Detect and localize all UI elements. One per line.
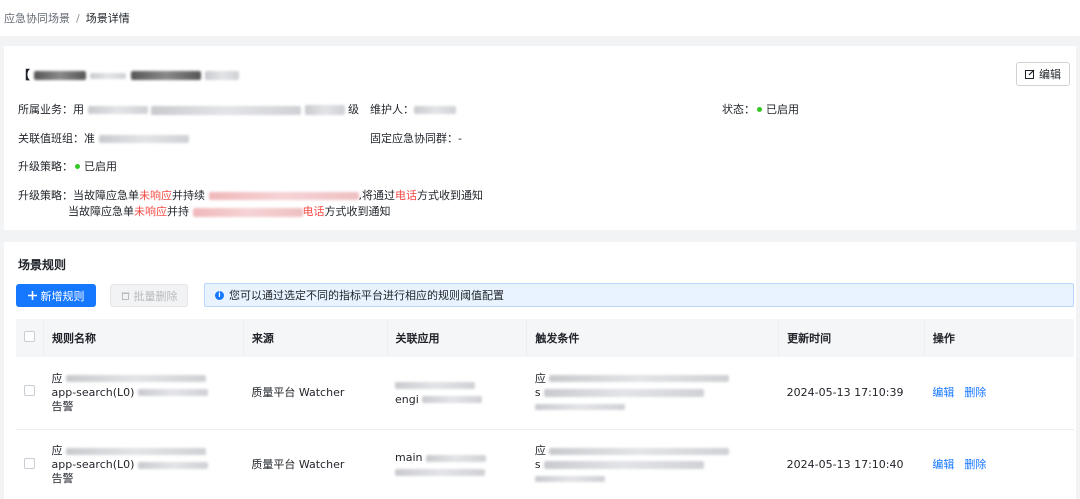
table-row: 应 app-search(L0) 告警 质量平台 Watcher main 应 …	[16, 429, 1074, 499]
upgrade-row: 升级策略： 已启用	[18, 160, 117, 173]
scene-rules-card: 场景规则 新增规则 批量删除 i 您可以通过选定不同的指标平台进行相应的规则阈值…	[4, 242, 1076, 499]
rule-updated: 2024-05-13 17:10:40	[786, 458, 904, 471]
rule-actions: 编辑 删除	[924, 429, 1074, 499]
strategy-row-1: 升级策略：当故障应急单未响应并持续 ,将通过电话方式收到通知	[18, 189, 483, 202]
col-actions: 操作	[932, 332, 955, 345]
rule-app: main	[387, 429, 527, 499]
col-rule-name: 规则名称	[43, 319, 244, 357]
rule-updated: 2024-05-13 17:10:39	[786, 385, 904, 399]
breadcrumb: 应急协同场景 / 场景详情	[0, 0, 1080, 36]
edit-button[interactable]: 编辑	[1016, 62, 1070, 86]
breadcrumb-separator: /	[76, 12, 80, 25]
scene-info-card: 【 编辑 所属业务：用 级 维护人： 状态： 已启用 关联值班组：准 固定应急协同…	[4, 46, 1076, 230]
fixed-group-row: 固定应急协同群：-	[370, 132, 462, 145]
status-dot	[757, 107, 762, 112]
rule-name: 应 app-search(L0) 告警	[44, 429, 244, 499]
rule-trigger: 应 s	[527, 357, 779, 429]
table-row: 应 app-search(L0) 告警 质量平台 Watcher engi 应 …	[16, 357, 1074, 429]
edit-icon	[1025, 69, 1035, 79]
col-trigger: 触发条件	[526, 319, 780, 357]
rule-actions: 编辑 删除	[924, 357, 1074, 429]
breadcrumb-current: 场景详情	[85, 12, 130, 25]
info-icon: i	[215, 290, 224, 300]
plus-icon	[27, 291, 37, 300]
rules-table: 规则名称 来源 关联应用 触发条件 更新时间 操作 应 app-search(L…	[16, 319, 1074, 499]
rule-app: engi	[387, 357, 527, 429]
scene-title: 【	[18, 66, 239, 83]
delete-link[interactable]: 删除	[964, 386, 986, 399]
business-row: 所属业务：用 级	[18, 103, 359, 116]
rule-source: 质量平台 Watcher	[251, 458, 345, 471]
col-source: 来源	[243, 319, 388, 357]
section-title: 场景规则	[18, 258, 67, 272]
edit-link[interactable]: 编辑	[932, 458, 954, 471]
maintainer-row: 维护人：	[370, 101, 456, 117]
rule-trigger: 应 s	[527, 429, 779, 499]
trash-icon	[121, 292, 129, 300]
select-all-checkbox[interactable]	[24, 331, 35, 342]
row-checkbox[interactable]	[24, 385, 35, 397]
col-updated: 更新时间	[778, 319, 925, 357]
strategy-row-2: 当故障应急单未响应并持 电话方式收到通知	[68, 205, 391, 218]
edit-link[interactable]: 编辑	[932, 386, 954, 399]
delete-link[interactable]: 删除	[964, 458, 986, 471]
table-header: 规则名称 来源 关联应用 触发条件 更新时间 操作	[16, 319, 1074, 357]
breadcrumb-parent[interactable]: 应急协同场景	[4, 12, 70, 25]
rule-name: 应 app-search(L0) 告警	[44, 357, 244, 429]
batch-delete-button[interactable]: 批量删除	[110, 284, 188, 307]
row-checkbox[interactable]	[24, 457, 35, 469]
oncall-row: 关联值班组：准	[18, 130, 189, 146]
add-rule-button[interactable]: 新增规则	[16, 284, 96, 307]
col-app: 关联应用	[387, 319, 528, 357]
rule-source: 质量平台 Watcher	[251, 385, 345, 399]
status-row: 状态： 已启用	[722, 103, 799, 116]
upgrade-dot	[75, 164, 80, 169]
notice-banner: i 您可以通过选定不同的指标平台进行相应的规则阈值配置	[204, 283, 1074, 307]
